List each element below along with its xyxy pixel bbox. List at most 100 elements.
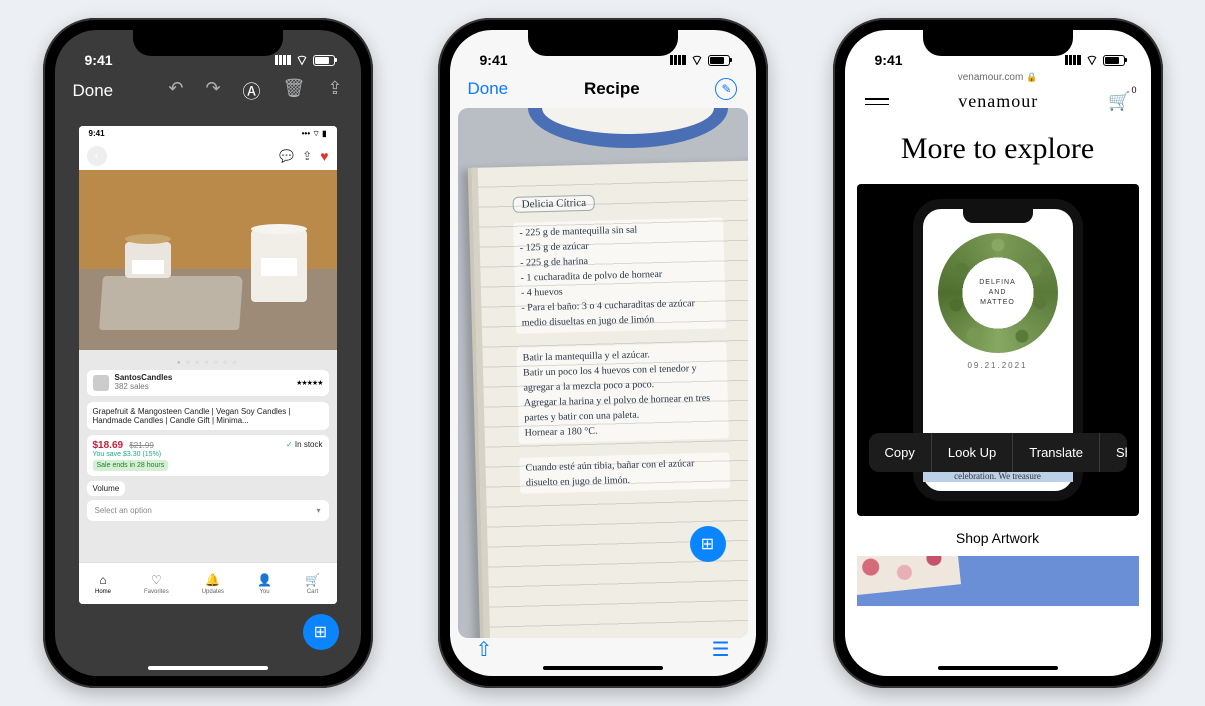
- volume-label: Volume: [87, 481, 126, 496]
- home-indicator[interactable]: [148, 666, 268, 670]
- menu-translate[interactable]: Translate: [1013, 433, 1100, 472]
- captured-content: 9:41 ••• ⌔ ▮ ‹ 💬 ⇪ ♥ ● ○: [79, 126, 337, 604]
- share-product-icon[interactable]: ⇪: [302, 149, 312, 163]
- wifi-icon: [690, 52, 703, 68]
- tab-updates[interactable]: 🔔Updates: [202, 573, 224, 595]
- chevron-down-icon: ▾: [316, 506, 320, 515]
- floral-wreath: DELFINA AND MATTEO: [938, 233, 1058, 353]
- product-detail: ● ○ ○ ○ ○ ○ ○ SantosCandles 382 sales ★★…: [79, 350, 337, 604]
- inner-status-bar: 9:41 ••• ⌔ ▮: [79, 126, 337, 142]
- wreath-and: AND: [989, 289, 1007, 296]
- candle-small: [125, 242, 171, 278]
- inner-status-icons: ••• ⌔ ▮: [302, 129, 327, 142]
- phone-1-frame: 9:41 Done ↶ ↷ Ⓐ 🗑 ⇪ 9: [43, 18, 373, 688]
- bottom-tab-bar: ⌂Home ♡Favorites 🔔Updates 👤You 🛒Cart: [79, 562, 337, 604]
- scanned-photo[interactable]: Delicia Cítrica - 225 g de mantequilla s…: [458, 108, 748, 638]
- notebook-page: Delicia Cítrica - 225 g de mantequilla s…: [471, 160, 747, 638]
- home-indicator[interactable]: [543, 666, 663, 670]
- product-title: Grapefruit & Mangosteen Candle | Vegan S…: [87, 402, 329, 430]
- cellular-signal-icon: [670, 55, 686, 65]
- tab-cart[interactable]: 🛒Cart: [305, 573, 320, 595]
- rating-stars: ★★★★★: [296, 379, 322, 387]
- notch: [923, 30, 1073, 56]
- battery-icon: [313, 55, 335, 66]
- document-title: Recipe: [584, 79, 640, 99]
- bell-icon: 🔔: [205, 573, 220, 587]
- cellular-signal-icon: [275, 55, 291, 65]
- lock-icon: 🔒: [1026, 72, 1037, 82]
- redo-icon[interactable]: ↷: [205, 78, 220, 104]
- seller-sales: 382 sales: [115, 383, 291, 392]
- heart-icon: ♡: [151, 573, 162, 587]
- comment-icon[interactable]: 💬: [279, 149, 294, 163]
- cart-icon[interactable]: 🛒0: [1108, 91, 1130, 112]
- done-button[interactable]: Done: [468, 79, 509, 99]
- site-header: venamour 🛒0: [845, 83, 1151, 122]
- seller-row[interactable]: SantosCandles 382 sales ★★★★★: [87, 370, 329, 396]
- cart-icon: 🛒: [305, 573, 320, 587]
- wifi-icon: [295, 52, 308, 68]
- artwork-tile[interactable]: DELFINA AND MATTEO 09.21.2021 We would b…: [857, 184, 1139, 516]
- carousel-dots[interactable]: ● ○ ○ ○ ○ ○ ○: [87, 360, 329, 366]
- artwork-caption[interactable]: Shop Artwork: [845, 530, 1151, 546]
- notch: [528, 30, 678, 56]
- battery-icon: [1103, 55, 1125, 66]
- stone-slab: [99, 276, 243, 330]
- old-price: $21.99: [129, 441, 153, 450]
- quicklook-bottom-bar: ⇧ ☰: [450, 637, 756, 662]
- cart-badge: 0: [1131, 85, 1136, 95]
- favorite-heart-icon[interactable]: ♥: [320, 148, 328, 164]
- secondary-artwork-tile[interactable]: [857, 556, 1139, 606]
- quicklook-toolbar: Done Recipe ✎: [450, 70, 756, 108]
- home-indicator[interactable]: [938, 666, 1058, 670]
- volume-select[interactable]: Select an option ▾: [87, 500, 329, 521]
- markup-toolbar: Done ↶ ↷ Ⓐ 🗑 ⇪: [55, 70, 361, 112]
- phone-3-screen: 9:41 venamour.com 🔒 venamour 🛒0 More to …: [845, 30, 1151, 676]
- markup-icon[interactable]: ✎: [715, 78, 737, 100]
- product-header: ‹ 💬 ⇪ ♥: [79, 142, 337, 170]
- tab-favorites[interactable]: ♡Favorites: [144, 573, 169, 595]
- live-text-fab[interactable]: ⊞: [303, 614, 339, 650]
- status-time: 9:41: [480, 52, 508, 68]
- invitation-date: 09.21.2021: [967, 361, 1027, 370]
- screenshot-canvas[interactable]: 9:41 ••• ⌔ ▮ ‹ 💬 ⇪ ♥ ● ○: [79, 126, 337, 604]
- seller-avatar: [93, 375, 109, 391]
- instructions-block[interactable]: Batir la mantequilla y el azúcar. Batir …: [516, 342, 728, 443]
- home-icon: ⌂: [99, 573, 106, 587]
- menu-copy[interactable]: Copy: [869, 433, 932, 472]
- markup-pen-icon[interactable]: Ⓐ: [243, 78, 261, 104]
- sale-countdown: Sale ends in 28 hours: [93, 460, 169, 471]
- inner-time: 9:41: [89, 129, 105, 142]
- list-icon[interactable]: ☰: [712, 637, 730, 662]
- status-time: 9:41: [85, 52, 113, 68]
- stock-status: In stock: [286, 440, 323, 449]
- undo-icon[interactable]: ↶: [168, 78, 183, 104]
- phone-2-screen: 9:41 Done Recipe ✎ Delicia Cítrica - 225…: [450, 30, 756, 676]
- phone-3-frame: 9:41 venamour.com 🔒 venamour 🛒0 More to …: [833, 18, 1163, 688]
- battery-icon: [708, 55, 730, 66]
- tab-home[interactable]: ⌂Home: [95, 573, 111, 595]
- tab-you[interactable]: 👤You: [257, 573, 272, 595]
- recipe-title: Delicia Cítrica: [512, 195, 595, 213]
- phone-1-screen: 9:41 Done ↶ ↷ Ⓐ 🗑 ⇪ 9: [55, 30, 361, 676]
- status-time: 9:41: [875, 52, 903, 68]
- hamburger-menu-icon[interactable]: [865, 98, 889, 105]
- trash-icon[interactable]: 🗑: [283, 78, 306, 104]
- menu-lookup[interactable]: Look Up: [932, 433, 1013, 472]
- live-text-fab[interactable]: ⊞: [690, 526, 726, 562]
- wreath-name-1: DELFINA: [979, 279, 1016, 286]
- ingredients-block[interactable]: - 225 g de mantequilla sin sal - 125 g d…: [513, 217, 726, 333]
- select-placeholder: Select an option: [95, 506, 152, 515]
- text-selection-menu: Copy Look Up Translate Share…: [869, 433, 1127, 472]
- back-icon[interactable]: ‹: [87, 146, 107, 166]
- finishing-block[interactable]: Cuando esté aún tibia, bañar con el azúc…: [519, 452, 730, 493]
- savings: You save $3.30 (15%): [93, 451, 323, 458]
- share-icon[interactable]: ⇪: [327, 78, 342, 104]
- share-icon[interactable]: ⇧: [476, 637, 493, 662]
- menu-share[interactable]: Share…: [1100, 433, 1127, 472]
- address-bar[interactable]: venamour.com 🔒: [845, 70, 1151, 83]
- price: $18.69: [93, 440, 124, 451]
- done-button[interactable]: Done: [73, 81, 114, 101]
- site-logo[interactable]: venamour: [958, 91, 1038, 112]
- product-photo: [79, 170, 337, 350]
